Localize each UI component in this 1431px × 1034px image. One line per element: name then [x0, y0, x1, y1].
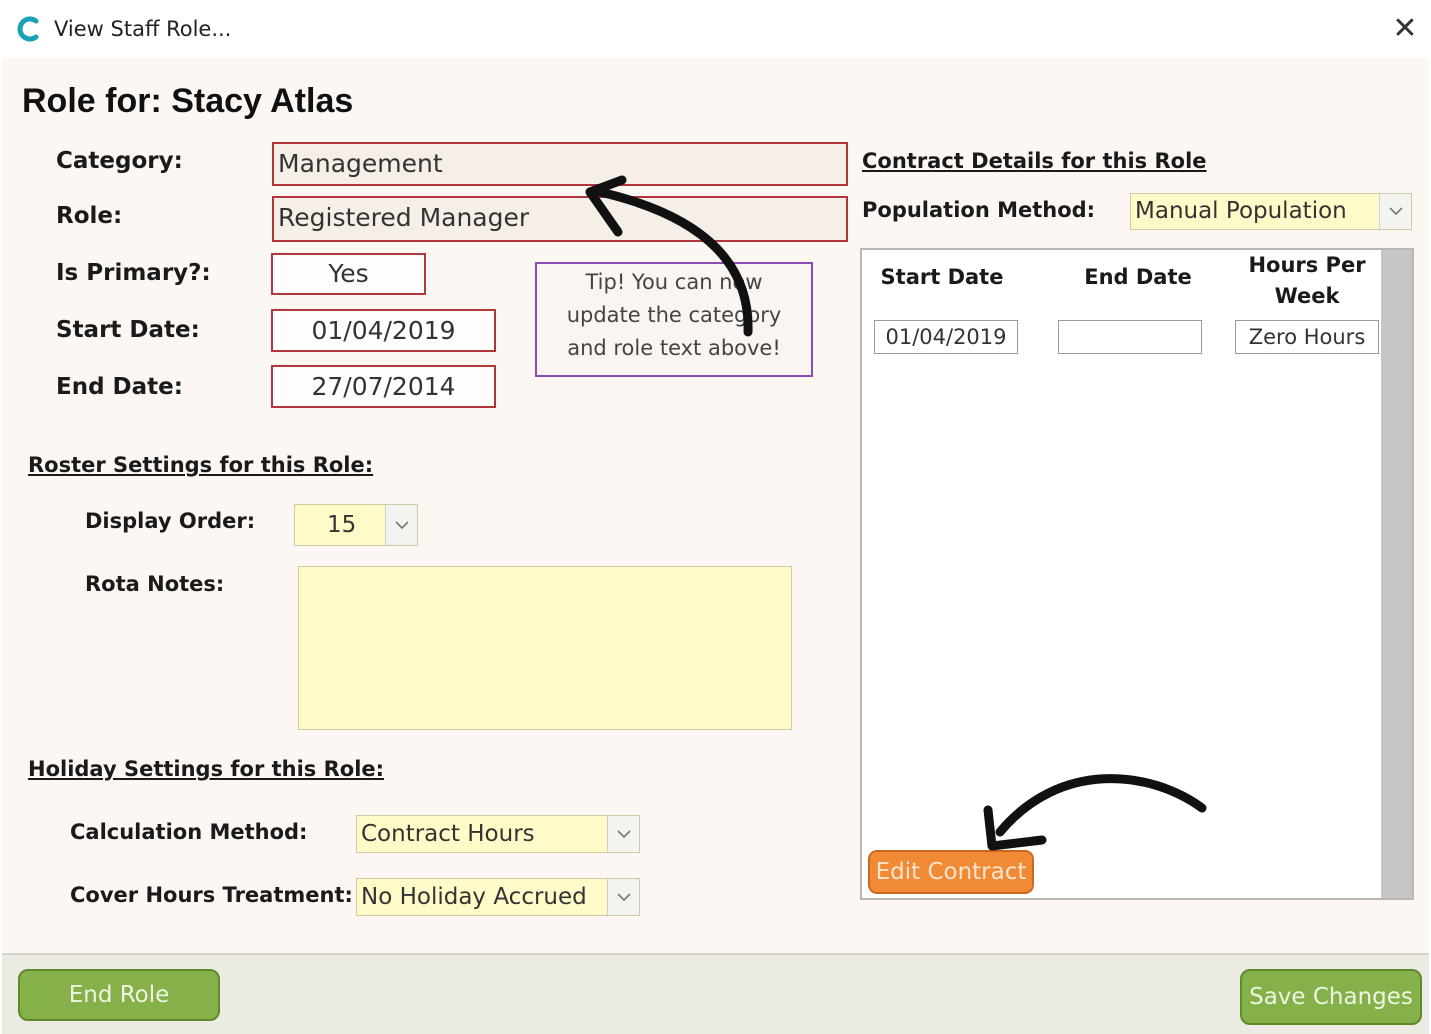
- tip-line: and role text above!: [567, 336, 781, 360]
- column-header-line: Week: [1274, 284, 1340, 308]
- end-date-label: End Date:: [56, 374, 183, 400]
- role-field[interactable]: Registered Manager: [272, 196, 848, 242]
- column-header-line: Hours Per: [1248, 253, 1366, 277]
- contract-end-date-cell[interactable]: [1058, 320, 1202, 354]
- display-order-value: 15: [327, 512, 357, 538]
- role-label: Role:: [56, 203, 123, 229]
- tip-box: Tip! You can now update the category and…: [535, 262, 813, 377]
- edit-contract-button[interactable]: Edit Contract: [868, 850, 1034, 894]
- close-icon[interactable]: ✕: [1388, 12, 1422, 46]
- calc-method-value: Contract Hours: [361, 821, 535, 847]
- population-method-value: Manual Population: [1135, 198, 1347, 224]
- footer-bar: End Role Save Changes: [2, 953, 1429, 1034]
- contract-hours-cell[interactable]: Zero Hours: [1235, 320, 1379, 354]
- end-role-button[interactable]: End Role: [18, 969, 220, 1021]
- contract-section-title: Contract Details for this Role: [862, 149, 1207, 173]
- category-label: Category:: [56, 148, 183, 174]
- cover-hours-label: Cover Hours Treatment:: [70, 883, 353, 907]
- end-date-field[interactable]: 27/07/2014: [271, 365, 496, 408]
- roster-section-title: Roster Settings for this Role:: [28, 453, 374, 477]
- title-bar: View Staff Role... ✕: [0, 0, 1431, 58]
- chevron-down-icon[interactable]: [607, 879, 639, 915]
- holiday-section-title: Holiday Settings for this Role:: [28, 757, 385, 781]
- rota-notes-input[interactable]: [298, 566, 792, 730]
- window-title: View Staff Role...: [54, 17, 232, 41]
- contract-list-panel: Start Date End Date Hours Per Week 01/04…: [860, 248, 1414, 900]
- contract-start-date-cell[interactable]: 01/04/2019: [874, 320, 1018, 354]
- tip-line: update the category: [566, 303, 782, 327]
- chevron-down-icon[interactable]: [1379, 194, 1411, 229]
- is-primary-field[interactable]: Yes: [271, 253, 426, 295]
- population-method-label: Population Method:: [862, 198, 1096, 222]
- is-primary-label: Is Primary?:: [56, 260, 211, 286]
- cover-hours-select[interactable]: No Holiday Accrued: [356, 878, 640, 916]
- calc-method-select[interactable]: Contract Hours: [356, 815, 640, 853]
- cover-hours-value: No Holiday Accrued: [361, 884, 587, 910]
- column-header-end-date: End Date: [1084, 265, 1192, 289]
- category-field[interactable]: Management: [272, 142, 848, 186]
- page-title: Role for: Stacy Atlas: [22, 82, 354, 120]
- column-header-start-date: Start Date: [880, 265, 1004, 289]
- chevron-down-icon[interactable]: [385, 505, 417, 545]
- save-changes-button[interactable]: Save Changes: [1240, 969, 1422, 1025]
- display-order-label: Display Order:: [85, 509, 256, 533]
- column-header-hours-per-week: Hours Per Week: [1232, 250, 1382, 312]
- rota-notes-label: Rota Notes:: [85, 572, 225, 596]
- vertical-scrollbar[interactable]: [1381, 250, 1412, 898]
- display-order-select[interactable]: 15: [294, 504, 418, 546]
- app-logo-icon: [17, 16, 39, 42]
- calc-method-label: Calculation Method:: [70, 820, 308, 844]
- role-form: Role for: Stacy Atlas Category: Manageme…: [2, 58, 1429, 953]
- population-method-select[interactable]: Manual Population: [1130, 193, 1412, 230]
- chevron-down-icon[interactable]: [607, 816, 639, 852]
- start-date-field[interactable]: 01/04/2019: [271, 309, 496, 352]
- tip-line: Tip! You can now: [585, 270, 763, 294]
- start-date-label: Start Date:: [56, 317, 200, 343]
